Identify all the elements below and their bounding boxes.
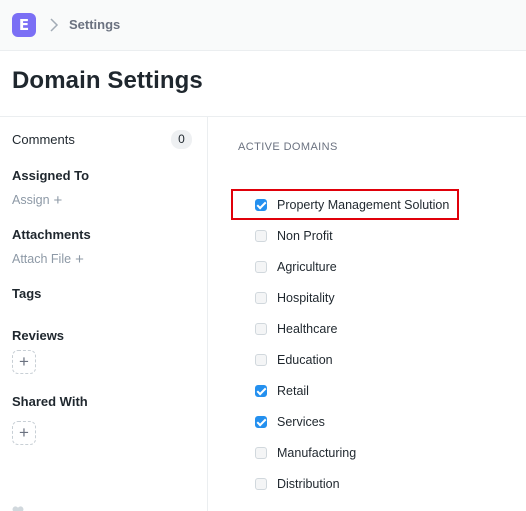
domain-label: Education [277,353,333,367]
plus-icon: + [75,251,84,268]
attach-file-button[interactable]: Attach File + [12,250,84,268]
assigned-to-label: Assigned To [12,168,90,183]
attachments-label: Attachments [12,227,91,242]
domain-checkbox-row[interactable]: Healthcare [255,320,337,338]
domain-checkbox-row[interactable]: Hospitality [255,289,335,307]
domain-label: Services [277,415,325,429]
domain-label: Property Management Solution [277,198,450,212]
checkbox-checked[interactable] [255,199,267,211]
breadcrumb-settings[interactable]: Settings [69,17,120,32]
domain-checkbox-row[interactable]: Agriculture [255,258,337,276]
checkbox-checked[interactable] [255,385,267,397]
domain-label: Healthcare [277,322,338,336]
plus-icon: + [53,192,63,209]
domain-checkbox-row[interactable]: Services [255,413,325,431]
checkbox-unchecked[interactable] [255,447,267,459]
reviews-label: Reviews [12,328,65,343]
checkbox-unchecked[interactable] [255,323,267,335]
checkbox-unchecked[interactable] [255,230,267,242]
domain-label: Retail [277,384,309,398]
page-title: Domain Settings [12,67,203,94]
domain-label: Distribution [277,477,340,491]
domain-checkbox-row[interactable]: Non Profit [255,227,333,245]
comments-count-badge: 0 [171,130,192,149]
checkbox-unchecked[interactable] [255,261,267,273]
attach-file-label: Attach File [12,252,72,266]
domain-checkbox-row[interactable]: Education [255,351,333,369]
add-share-button[interactable]: + [12,421,36,445]
checkbox-unchecked[interactable] [255,292,267,304]
domain-label: Manufacturing [277,446,357,460]
checkbox-unchecked[interactable] [255,478,267,490]
sidebar-divider [207,116,208,511]
domain-label: Non Profit [277,229,333,243]
add-review-button[interactable]: + [12,350,36,374]
domain-label: Agriculture [277,260,337,274]
assign-button[interactable]: Assign + [12,191,63,209]
assign-label: Assign [12,193,50,207]
domain-checkbox-row[interactable]: Property Management Solution [255,196,449,214]
top-navbar: E Settings [0,0,526,51]
domain-label: Hospitality [277,291,335,305]
divider [0,116,526,117]
domain-checkbox-row[interactable]: Manufacturing [255,444,356,462]
chevron-right-icon [49,17,59,33]
tags-label[interactable]: Tags [12,286,41,301]
checkbox-checked[interactable] [255,416,267,428]
domain-checkbox-row[interactable]: Retail [255,382,309,400]
section-title-active-domains: ACTIVE DOMAINS [238,141,338,153]
heart-icon[interactable] [12,503,24,511]
comments-label[interactable]: Comments [12,132,75,147]
app-logo[interactable]: E [12,13,36,37]
shared-with-label: Shared With [12,394,88,409]
domain-checkbox-row[interactable]: Distribution [255,475,340,493]
checkbox-unchecked[interactable] [255,354,267,366]
